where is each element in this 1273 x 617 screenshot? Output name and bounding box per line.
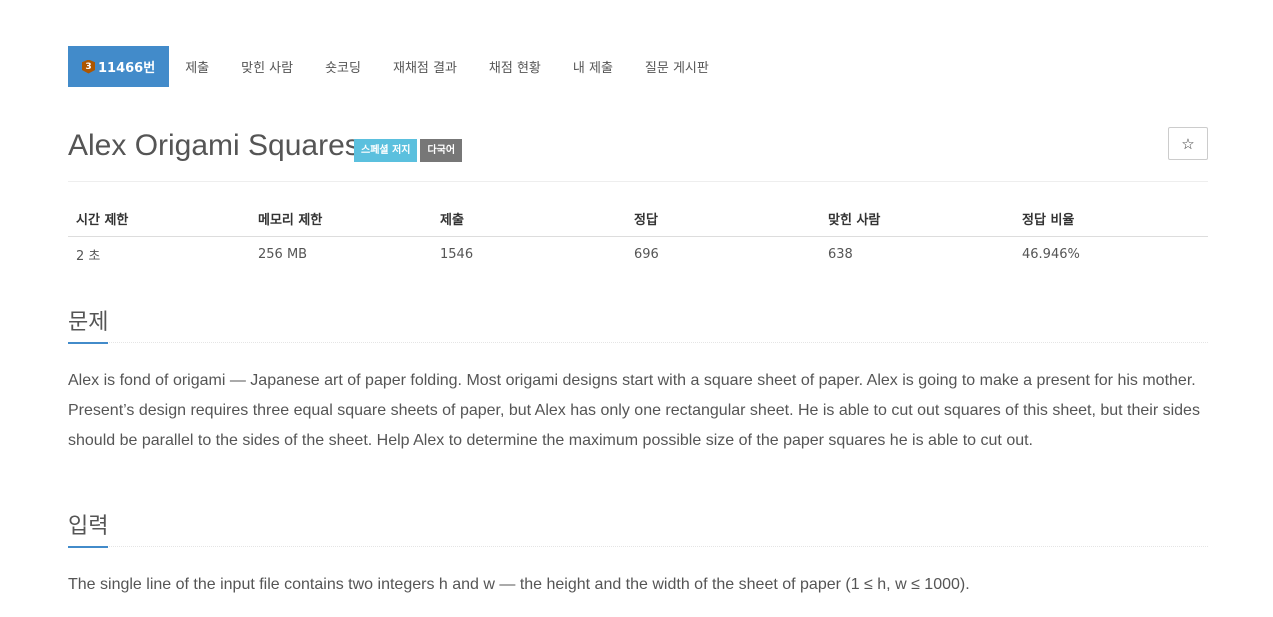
submissions-value: 1546 (440, 247, 474, 262)
tier-icon: 3 (82, 59, 95, 74)
star-button[interactable]: ☆ (1168, 127, 1208, 160)
title-divider (68, 181, 1208, 182)
description-heading: 문제 (68, 304, 109, 344)
tab-judge-status[interactable]: 채점 현황 (473, 46, 557, 87)
solved-users-value: 638 (828, 247, 853, 262)
input-heading-divider (68, 546, 1208, 547)
header-accept-ratio: 정답 비율 (1022, 213, 1075, 228)
description-heading-row: 문제 (68, 304, 1208, 344)
header-accepted: 정답 (634, 213, 658, 228)
header-memory-limit: 메모리 제한 (258, 213, 323, 228)
problem-description: Alex is fond of origami — Japanese art o… (68, 372, 1200, 449)
tab-problem[interactable]: 3 11466번 (68, 46, 170, 87)
page-title: Alex Origami Squares (68, 129, 360, 162)
header-submissions: 제출 (440, 213, 464, 228)
tab-solved-users[interactable]: 맞힌 사람 (225, 46, 309, 87)
special-judge-badge: 스페셜 저지 (354, 139, 418, 162)
tab-submit[interactable]: 제출 (169, 46, 225, 87)
input-heading-row: 입력 (68, 508, 1208, 548)
memory-limit-value: 256 MB (258, 247, 308, 262)
accepted-value: 696 (634, 247, 659, 262)
problem-menu: 3 11466번 제출 맞힌 사람 숏코딩 재채점 결과 채점 현황 내 제출 … (68, 46, 725, 87)
tab-qna-board[interactable]: 질문 게시판 (629, 46, 725, 87)
tab-rejudge-results[interactable]: 재채점 결과 (377, 46, 473, 87)
tab-my-submissions[interactable]: 내 제출 (557, 46, 629, 87)
tab-short-coding[interactable]: 숏코딩 (309, 46, 377, 87)
title-row: Alex Origami Squares 스페셜 저지 다국어 ☆ (68, 126, 1208, 166)
header-solved-users: 맞힌 사람 (828, 213, 881, 228)
input-heading: 입력 (68, 508, 109, 548)
input-description: The single line of the input file contai… (68, 576, 970, 593)
table-header-row: 시간 제한 메모리 제한 제출 정답 맞힌 사람 정답 비율 (68, 201, 1208, 237)
table-row: 2 초 256 MB 1546 696 638 46.946% (68, 237, 1208, 272)
header-time-limit: 시간 제한 (76, 213, 129, 228)
problem-badges: 스페셜 저지 다국어 (354, 139, 463, 162)
accept-ratio-value: 46.946% (1022, 247, 1080, 262)
star-icon: ☆ (1181, 134, 1195, 153)
time-limit-value: 2 초 (76, 249, 101, 264)
problem-info-table: 시간 제한 메모리 제한 제출 정답 맞힌 사람 정답 비율 2 초 256 M… (68, 201, 1208, 272)
multilingual-badge[interactable]: 다국어 (420, 139, 463, 162)
description-heading-divider (68, 342, 1208, 343)
problem-number: 11466번 (98, 61, 156, 76)
